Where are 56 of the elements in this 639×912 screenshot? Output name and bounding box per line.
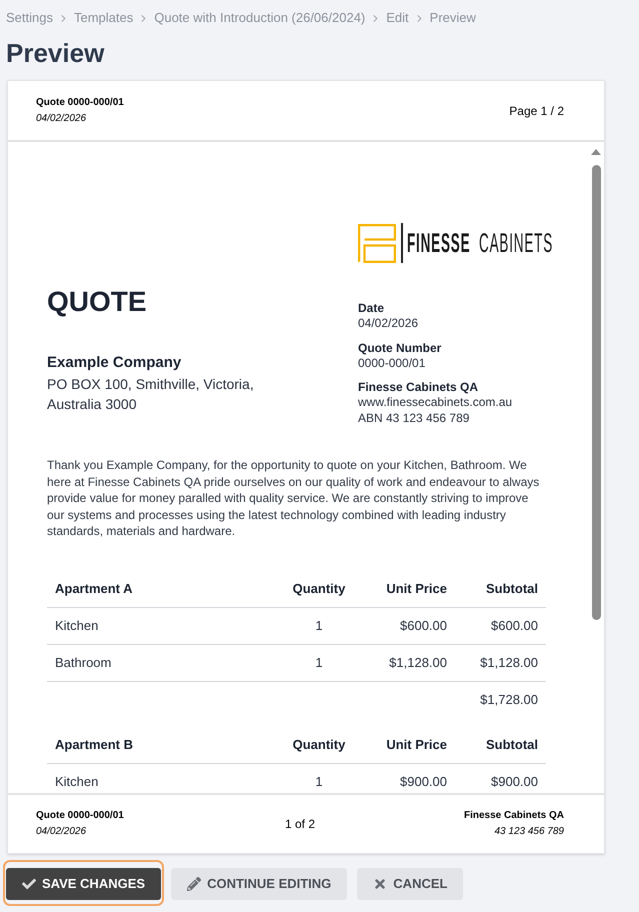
table-cell-text: Kitchen bbox=[54, 616, 100, 635]
table-cell-text: $600.00 bbox=[490, 616, 539, 635]
table-cell-text: Bathroom bbox=[54, 654, 112, 672]
breadcrumb-link[interactable]: Quote with Introduction (26/06/2024) bbox=[154, 10, 366, 26]
column-header: Apartment A bbox=[54, 580, 134, 598]
save-changes-button[interactable]: SAVE CHANGES bbox=[3, 860, 164, 906]
column-header: Subtotal bbox=[485, 580, 539, 598]
logo-icon bbox=[358, 224, 396, 262]
table-cell-text: 1 bbox=[314, 654, 324, 672]
page-title: Preview bbox=[6, 37, 106, 69]
column-header: Unit Price bbox=[385, 580, 448, 598]
table-cell-text: $900.00 bbox=[399, 772, 448, 791]
detail-value: ABN 43 123 456 789 bbox=[358, 410, 470, 426]
client-name: Example Company bbox=[47, 353, 182, 373]
table-cell-text: $1,128.00 bbox=[388, 654, 448, 672]
table-cell-text: Kitchen bbox=[54, 772, 100, 791]
detail-value: www.finessecabinets.com.au bbox=[358, 395, 512, 410]
breadcrumb-link[interactable]: Settings bbox=[6, 10, 53, 26]
page-number: Page 1 / 2 bbox=[509, 102, 564, 120]
client-address: PO BOX 100, Smithville, Victoria, Australia 3000 bbox=[47, 375, 255, 414]
detail-label: Date bbox=[358, 300, 386, 316]
breadcrumb-link[interactable]: Templates bbox=[74, 10, 134, 26]
continue-editing-button[interactable]: CONTINUE EDITING bbox=[171, 868, 348, 900]
detail-label: Quote Number bbox=[358, 340, 442, 356]
detail-value: 0000-000/01 bbox=[358, 356, 426, 371]
page-number: 1 of 2 bbox=[284, 816, 316, 833]
table-cell-text: $1,128.00 bbox=[479, 654, 539, 672]
detail-value: 04/02/2026 bbox=[358, 316, 420, 332]
column-header: Apartment B bbox=[54, 736, 134, 754]
company-name: Finesse Cabinets QA bbox=[464, 809, 564, 823]
table-cell-text: 1 bbox=[314, 616, 324, 635]
column-header: Subtotal bbox=[485, 736, 539, 754]
detail-label: Finesse Cabinets QA bbox=[358, 379, 480, 395]
cancel-button[interactable]: CANCEL bbox=[357, 868, 464, 900]
column-header: Unit Price bbox=[385, 736, 448, 754]
breadcrumb-link[interactable]: Preview bbox=[430, 10, 476, 26]
check-icon bbox=[22, 877, 36, 891]
scroll-up-arrow-icon[interactable] bbox=[591, 149, 601, 155]
table-cell-text: 1 bbox=[314, 772, 324, 791]
quote-reference: Quote 0000-000/01 bbox=[36, 809, 125, 823]
pencil-icon bbox=[187, 877, 202, 891]
quote-date: 04/02/2026 bbox=[36, 825, 88, 839]
quote-reference: Quote 0000-000/01 bbox=[36, 96, 124, 110]
section-total: $1,728.00 bbox=[479, 691, 539, 710]
company-abn: 43 123 456 789 bbox=[494, 825, 564, 839]
quote-date: 04/02/2026 bbox=[36, 112, 88, 126]
column-header: Quantity bbox=[292, 580, 346, 598]
introduction-text: Thank you Example Company, for the opportunity to quote on your Kitchen, Bathroom. We here at Finesse Cabinets QA pride ourselves on our quality of work and endeavour to always provide value for money paralled with quality service. We are constantly striving to improve our systems and processes using the latest technology combined with leading industry standards, materials and hardware. bbox=[47, 457, 540, 540]
table-cell-text: $600.00 bbox=[399, 616, 448, 635]
breadcrumb-link[interactable]: Edit bbox=[386, 10, 409, 26]
document-title: QUOTE bbox=[47, 286, 148, 318]
scrollbar-thumb[interactable] bbox=[592, 165, 600, 620]
column-header: Quantity bbox=[292, 736, 346, 754]
table-cell-text: $900.00 bbox=[490, 772, 539, 791]
close-icon bbox=[373, 877, 388, 891]
logo-wordmark: FINESSE CABINETS bbox=[407, 230, 554, 256]
